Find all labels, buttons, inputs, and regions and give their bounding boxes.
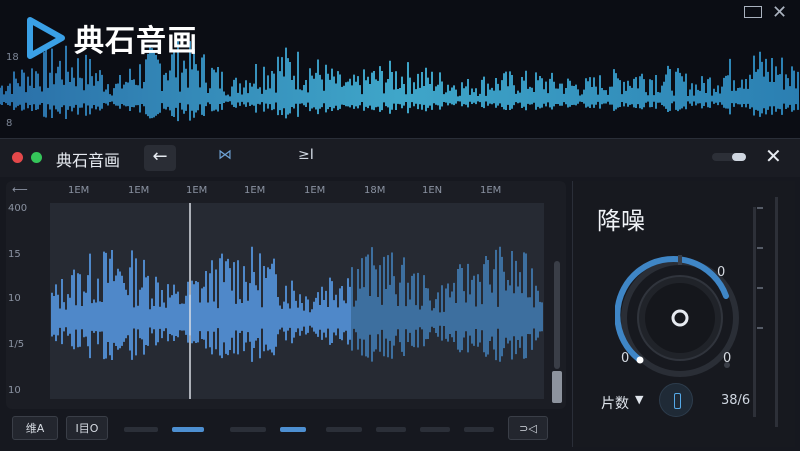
meter-tick <box>757 327 763 329</box>
close-dot-icon[interactable] <box>12 152 23 163</box>
timeline-mark: 1EM <box>304 185 326 196</box>
segment[interactable] <box>124 427 158 432</box>
segment[interactable] <box>326 427 362 432</box>
ruler-arrow-icon[interactable]: ⟵ <box>12 183 28 196</box>
meter-tick <box>757 207 763 209</box>
y-axis-label: 10 <box>8 293 21 304</box>
y-axis-label: 1/5 <box>8 339 25 350</box>
y-axis-label: 10 <box>8 385 21 396</box>
timeline-mark: 1EM <box>186 185 208 196</box>
waveform-plot[interactable] <box>50 203 544 399</box>
pause-toggle-button[interactable] <box>659 383 693 417</box>
vertical-scrollbar[interactable] <box>554 261 560 369</box>
app-logo: 典石音画 <box>22 16 198 60</box>
play-end-icon[interactable]: ≥I <box>298 147 314 163</box>
y-axis-label: 15 <box>8 249 21 260</box>
skip-icon[interactable]: ⋈ <box>218 147 232 163</box>
view-button[interactable]: I目O <box>66 416 108 440</box>
level-meter <box>753 207 756 417</box>
maximize-icon[interactable] <box>744 6 762 18</box>
timeline-ruler[interactable]: ⟵ 1EM 1EM 1EM 1EM 1EM 18M 1EN 1EM <box>6 181 566 201</box>
segment[interactable] <box>230 427 266 432</box>
timeline-mark: 1EM <box>244 185 266 196</box>
level-meter <box>775 197 778 427</box>
maximize-dot-icon[interactable] <box>31 152 42 163</box>
timeline-mark: 1EM <box>68 185 90 196</box>
knob-label: 0 <box>717 265 726 280</box>
scroll-thumb[interactable] <box>552 371 562 403</box>
chevron-down-icon[interactable]: ▼ <box>635 393 643 406</box>
noise-reduction-panel: 降噪 0 0 0 片数 ▼ 38/6 <box>572 181 795 447</box>
waveform-editor: ⟵ 1EM 1EM 1EM 1EM 1EM 18M 1EN 1EM 400 15… <box>6 181 566 409</box>
panel-title: 降噪 <box>597 207 645 235</box>
bg-tick-label: 8 <box>6 118 13 129</box>
meter-tick <box>757 247 763 249</box>
timeline-mark: 18M <box>364 185 386 196</box>
title-bar: 典石音画 ← ⋈ ≥I ✕ <box>0 139 800 177</box>
mode-button[interactable]: 维A <box>12 416 58 440</box>
knob-label: 0 <box>723 351 732 366</box>
knob-label: 0 <box>621 351 630 366</box>
play-logo-icon <box>27 17 65 59</box>
window-title: 典石音画 <box>56 151 121 170</box>
segment[interactable] <box>464 427 494 432</box>
segment-active[interactable] <box>172 427 204 432</box>
loop-button[interactable]: ⊃◁ <box>508 416 548 440</box>
window-toggle[interactable] <box>712 153 746 161</box>
close-icon[interactable]: ✕ <box>772 2 787 23</box>
bg-tick-label: 18 <box>6 52 19 63</box>
bottom-toolbar: 维A I目O ⊃◁ <box>6 413 566 445</box>
segment[interactable] <box>420 427 450 432</box>
count-value: 38/6 <box>721 393 751 408</box>
y-axis-label: 400 <box>8 203 28 214</box>
segment[interactable] <box>376 427 406 432</box>
timeline-mark: 1EM <box>480 185 502 196</box>
back-button[interactable]: ← <box>144 145 176 171</box>
segment-active[interactable] <box>280 427 306 432</box>
app-brand: 典石音画 <box>74 24 198 59</box>
editor-window: 典石音画 ← ⋈ ≥I ✕ ⟵ 1EM 1EM 1EM 1EM 1EM 18M … <box>0 138 800 451</box>
timeline-mark: 1EM <box>128 185 150 196</box>
timeline-mark: 1EN <box>422 185 443 196</box>
window-close-icon[interactable]: ✕ <box>765 144 782 168</box>
count-select[interactable]: 片数 <box>601 393 629 413</box>
meter-tick <box>757 287 763 289</box>
